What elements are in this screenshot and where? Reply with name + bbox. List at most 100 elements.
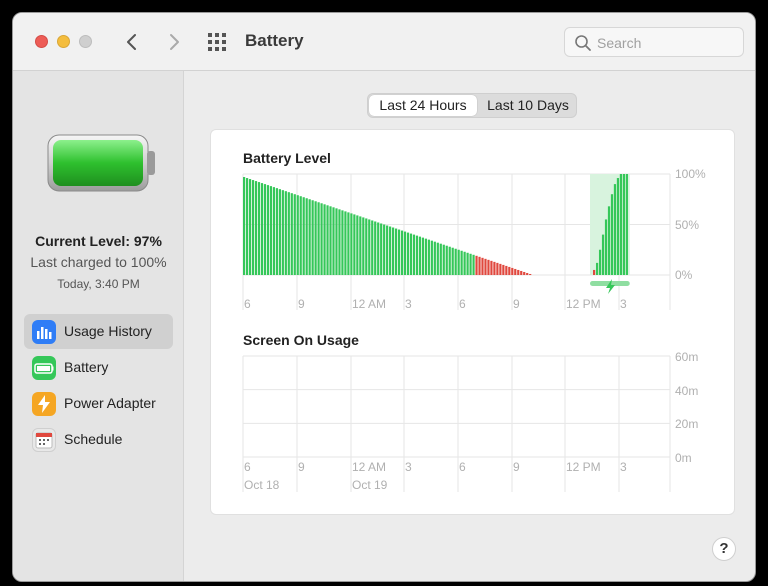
battery-bar [493,261,496,275]
calendar-icon [32,428,56,452]
battery-bar [442,244,445,275]
lightning-icon [32,392,56,416]
battery-bar [389,226,392,275]
battery-bar [520,270,523,275]
battery-bar [529,273,532,275]
show-all-button[interactable] [207,32,231,52]
minimize-button[interactable] [57,35,70,48]
battery-icon [32,356,56,380]
battery-bar [245,178,249,275]
battery-bar [406,232,410,275]
forward-button[interactable] [163,29,185,55]
x-tick-label: 3 [405,460,412,474]
sidebar-item-power-adapter[interactable]: Power Adapter [24,386,173,421]
last-charged-time: Today, 3:40 PM [57,277,140,291]
segment-last-24-hours[interactable]: Last 24 Hours [369,95,477,116]
battery-bar [463,251,466,275]
sidebar-item-battery[interactable]: Battery [24,350,173,385]
battery-bar [275,188,278,275]
battery-bar [517,269,520,275]
close-button[interactable] [35,35,48,48]
y-tick-label: 0% [675,268,693,282]
battery-bar [496,262,499,275]
current-level: Current Level: 97% [35,233,162,249]
help-button[interactable]: ? [712,537,736,561]
sidebar: Current Level: 97% Last charged to 100% … [13,71,184,581]
battery-bar [335,208,338,275]
battery-bar [598,249,602,275]
usage-history-panel: Battery Level 100% 50% 0% 6 9 12 AM 3 6 … [210,129,735,515]
battery-bar [415,235,419,275]
sidebar-item-label: Usage History [64,323,152,339]
battery-bar [622,174,625,275]
battery-bar [329,206,332,275]
battery-bar [460,250,463,275]
search-input[interactable] [597,33,737,53]
battery-bar [514,268,517,275]
battery-bar [248,179,252,275]
battery-bar [490,260,493,275]
battery-bar [263,184,267,275]
battery-level-y-ticks: 100% 50% 0% [675,167,706,282]
segment-last-10-days[interactable]: Last 10 Days [480,95,576,116]
zoom-button[interactable] [79,35,92,48]
battery-bar [451,247,454,275]
battery-bar [607,206,611,275]
battery-bar [374,221,377,275]
battery-bar [505,265,508,275]
x-tick-label: 12 AM [352,460,386,474]
battery-bar [284,191,287,275]
search-field[interactable] [564,27,744,57]
battery-bar [314,201,317,275]
battery-bar [625,174,628,275]
battery-bar [317,202,320,275]
y-tick-label: 50% [675,218,699,232]
battery-bar [350,213,353,275]
battery-bar [308,199,311,275]
date-label: Oct 18 [244,478,280,492]
battery-bar [424,238,427,275]
battery-bar [487,259,490,275]
battery-bar [326,205,329,275]
sidebar-item-schedule[interactable]: Schedule [24,422,173,457]
x-tick-label: 12 PM [566,460,601,474]
last-charged: Last charged to 100% [30,254,167,270]
battery-preferences-window: Battery Current Level: 97% [12,12,756,582]
sidebar-item-label: Schedule [64,431,123,447]
x-tick-label: 12 AM [352,297,386,311]
battery-bar [278,189,281,275]
battery-bar [454,248,457,275]
battery-bar [251,180,255,275]
battery-bar [439,243,442,275]
battery-bar [269,186,273,275]
battery-bar [281,190,284,275]
battery-bar [305,198,308,275]
sidebar-item-label: Power Adapter [64,395,156,411]
x-tick-label: 12 PM [566,297,601,311]
sidebar-item-usage-history[interactable]: Usage History [24,314,173,349]
battery-bar [254,181,258,275]
battery-bar [466,252,469,275]
battery-bar [311,200,314,275]
battery-bar [403,231,407,275]
battery-bar [523,271,526,275]
battery-bar [257,182,261,275]
time-range-segmented-control: Last 24 Hours Last 10 Days [367,93,577,118]
battery-bar [610,194,614,275]
battery-level-bars [243,174,630,294]
battery-bar [383,224,386,275]
x-tick-label: 6 [244,460,251,474]
battery-bar [272,187,275,275]
battery-bar [421,237,424,275]
chart-bars-icon [32,320,56,344]
battery-bar [613,184,617,275]
x-tick-label: 9 [298,460,305,474]
battery-bar [601,234,605,275]
back-button[interactable] [121,29,143,55]
battery-bar [344,211,347,275]
battery-bar [368,219,371,275]
x-tick-label: 9 [298,297,305,311]
battery-bar [469,253,472,275]
battery-bar [502,264,505,275]
battery-bar [433,241,436,275]
